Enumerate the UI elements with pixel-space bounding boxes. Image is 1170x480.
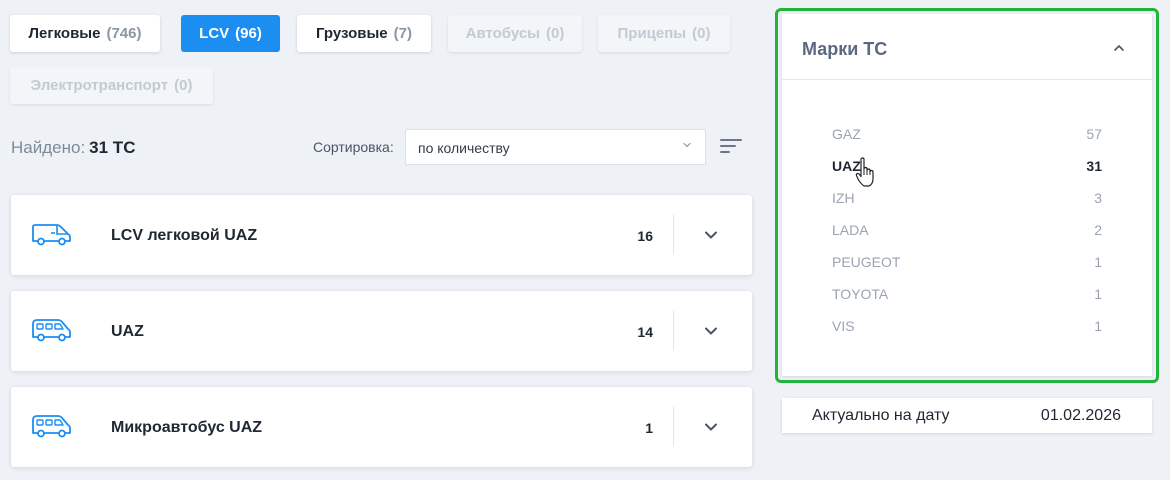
brands-header[interactable]: Марки ТС (782, 14, 1152, 80)
chevron-down-icon (683, 142, 691, 148)
date-value: 01.02.2026 (1040, 407, 1121, 424)
tab-trailers: Прицепы (0) (598, 15, 730, 52)
brand-name: TOYOTA (832, 286, 889, 302)
date-info: Актуально на дату 01.02.2026 (782, 398, 1152, 433)
brand-name: IZH (832, 190, 855, 206)
sort-order-icon[interactable] (720, 138, 742, 154)
brand-count: 1 (1094, 254, 1102, 270)
sort-value: по количеству (418, 140, 510, 156)
brands-panel: Марки ТС GAZ 57 UAZ 31 IZH 3 LADA 2 PEUG… (775, 8, 1159, 383)
tab-label: Грузовые (315, 25, 388, 42)
tab-count: (96) (235, 25, 262, 42)
vehicle-count: 16 (637, 228, 653, 244)
date-label: Актуально на дату (812, 407, 950, 424)
brand-count: 1 (1094, 318, 1102, 334)
brand-count: 57 (1086, 126, 1102, 142)
tab-label: LCV (199, 25, 230, 42)
brand-item-peugeot[interactable]: PEUGEOT 1 (832, 251, 1102, 273)
chevron-up-icon[interactable] (1112, 43, 1126, 53)
results-count: Найдено: 31 ТС (11, 138, 135, 158)
brand-count: 31 (1086, 158, 1102, 174)
brand-item-toyota[interactable]: TOYOTA 1 (832, 283, 1102, 305)
tab-count: (7) (393, 25, 412, 42)
brand-item-gaz[interactable]: GAZ 57 (832, 123, 1102, 145)
brand-name: GAZ (832, 126, 861, 142)
tab-lcv[interactable]: LCV (96) (181, 15, 280, 52)
brand-name: VIS (832, 318, 855, 334)
sort-dropdown[interactable]: по количеству (405, 129, 706, 165)
tab-count: (0) (546, 25, 565, 42)
vehicle-card: Микроавтобус UAZ 1 (11, 387, 752, 467)
chevron-down-icon[interactable] (701, 417, 721, 437)
sort-label: Сортировка: (313, 139, 394, 155)
tab-trucks[interactable]: Грузовые (7) (297, 15, 431, 52)
chevron-down-icon[interactable] (701, 321, 721, 341)
light-van-icon (32, 224, 71, 246)
divider (673, 311, 674, 351)
minivan-icon (32, 319, 71, 342)
tab-electric: Электротранспорт (0) (10, 67, 213, 104)
divider (673, 407, 674, 447)
tab-label: Автобусы (465, 25, 540, 42)
chevron-down-icon[interactable] (701, 225, 721, 245)
brands-title: Марки ТС (802, 39, 888, 59)
minibus-icon (32, 415, 71, 438)
hand-cursor-icon (855, 157, 874, 187)
tab-label: Прицепы (617, 25, 687, 42)
vehicle-name: Микроавтобус UAZ (111, 419, 263, 436)
tab-count: (0) (692, 25, 711, 42)
brand-count: 2 (1094, 222, 1102, 238)
tab-label: Легковые (28, 25, 101, 42)
tab-count: (746) (106, 25, 142, 42)
brand-count: 1 (1094, 286, 1102, 302)
tab-buses: Автобусы (0) (448, 15, 582, 52)
vehicle-card: UAZ 14 (11, 291, 752, 371)
brand-count: 3 (1094, 190, 1102, 206)
brands-card: Марки ТС GAZ 57 UAZ 31 IZH 3 LADA 2 PEUG… (782, 14, 1152, 376)
results-value: 31 ТС (89, 138, 136, 157)
brand-item-vis[interactable]: VIS 1 (832, 315, 1102, 337)
brand-name: PEUGEOT (832, 254, 901, 270)
tab-count: (0) (174, 77, 193, 94)
results-label: Найдено: (11, 138, 86, 157)
brand-item-izh[interactable]: IZH 3 (832, 187, 1102, 209)
tab-label: Электротранспорт (30, 77, 169, 94)
brand-name: LADA (832, 222, 869, 238)
vehicle-count: 1 (645, 420, 653, 436)
vehicle-count: 14 (637, 324, 653, 340)
vehicle-card: LCV легковой UAZ 16 (11, 195, 752, 275)
vehicle-name: LCV легковой UAZ (111, 227, 258, 244)
tab-passenger[interactable]: Легковые (746) (10, 15, 160, 52)
divider (673, 215, 674, 255)
vehicle-name: UAZ (111, 323, 144, 340)
brand-item-lada[interactable]: LADA 2 (832, 219, 1102, 241)
